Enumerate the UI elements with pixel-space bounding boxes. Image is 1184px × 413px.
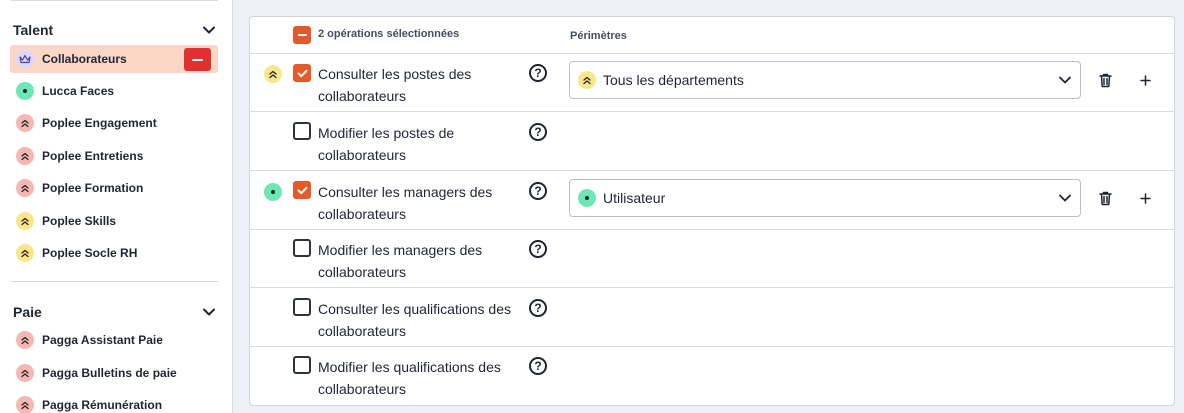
sidebar-item-label: Pagga Assistant Paie	[42, 333, 163, 347]
double-chevron-up-icon	[16, 364, 34, 382]
sidebar-item-pagga-remuneration[interactable]: Pagga Rémunération	[10, 391, 218, 413]
sidebar-item-label: Poplee Engagement	[42, 116, 157, 130]
table-header: 2 opérations sélectionnées Périmètres	[250, 17, 1174, 54]
sidebar-item-label: Poplee Formation	[42, 181, 144, 195]
dot-icon	[16, 82, 34, 100]
sidebar-item-pagga-bulletins-de-paie[interactable]: Pagga Bulletins de paie	[10, 359, 218, 387]
operation-label: Modifier les qualifications des collabor…	[318, 359, 501, 397]
operation-label: Consulter les qualifications des collabo…	[318, 301, 511, 339]
section-header-talent[interactable]: Talent	[13, 18, 218, 42]
sidebar-item-label: Pagga Rémunération	[42, 398, 163, 412]
double-chevron-up-icon	[16, 396, 34, 413]
table-row: Modifier les qualifications des collabor…	[250, 347, 1174, 405]
table-row: Consulter les postes des collaborateurs …	[250, 54, 1174, 112]
minus-icon	[297, 34, 307, 36]
check-icon	[297, 69, 307, 77]
sidebar-item-poplee-entretiens[interactable]: Poplee Entretiens	[10, 142, 218, 170]
double-chevron-up-icon	[16, 179, 34, 197]
sidebar-item-label: Poplee Skills	[42, 214, 117, 228]
double-chevron-up-icon	[16, 114, 34, 132]
operation-label: Consulter les postes des collaborateurs	[318, 66, 472, 104]
scope-select[interactable]: Utilisateur	[569, 179, 1081, 217]
permissions-table: 2 opérations sélectionnées Périmètres Co…	[249, 16, 1175, 406]
sidebar-item-poplee-formation[interactable]: Poplee Formation	[10, 174, 218, 202]
chevron-down-icon	[1050, 194, 1080, 202]
sidebar-item-label: Pagga Bulletins de paie	[42, 366, 177, 380]
check-icon	[297, 186, 307, 194]
sidebar-item-pagga-assistant-paie[interactable]: Pagga Assistant Paie	[10, 326, 218, 354]
sidebar-item-label: Poplee Socle RH	[42, 246, 138, 260]
sidebar-item-poplee-socle-rh[interactable]: Poplee Socle RH	[10, 239, 218, 267]
sidebar: Talent Collaborateurs Lucca Faces Poplee…	[0, 0, 231, 413]
sidebar-item-poplee-skills[interactable]: Poplee Skills	[10, 207, 218, 235]
double-chevron-up-icon	[16, 331, 34, 349]
add-scope-button[interactable]	[1136, 188, 1154, 208]
minus-icon	[192, 58, 203, 61]
crown-icon	[16, 50, 34, 68]
help-icon[interactable]: ?	[529, 299, 547, 317]
select-all-checkbox[interactable]	[293, 26, 311, 44]
double-chevron-up-icon	[16, 212, 34, 230]
plus-icon	[1139, 74, 1151, 86]
table-row: Consulter les managers des collaborateur…	[250, 172, 1174, 230]
operation-label: Modifier les postes de collaborateurs	[318, 125, 455, 163]
section-title: Talent	[13, 22, 54, 38]
chevron-down-icon	[1050, 76, 1080, 84]
remove-button[interactable]	[184, 48, 211, 71]
trash-icon[interactable]	[1096, 188, 1114, 208]
divider	[11, 0, 218, 1]
scope-column-header: Périmètres	[570, 30, 627, 42]
help-icon[interactable]: ?	[529, 240, 547, 258]
double-chevron-up-icon	[16, 147, 34, 165]
dot-icon	[264, 183, 282, 201]
operation-label: Modifier les managers des collaborateurs	[318, 242, 483, 280]
sidebar-item-poplee-engagement[interactable]: Poplee Engagement	[10, 109, 218, 137]
help-icon[interactable]: ?	[529, 64, 547, 82]
scope-value: Tous les départements	[603, 72, 744, 88]
double-chevron-up-icon	[578, 71, 596, 89]
scope-value: Utilisateur	[603, 190, 666, 206]
operation-label: Consulter les managers des collaborateur…	[318, 184, 493, 222]
sidebar-item-collaborateurs[interactable]: Collaborateurs	[10, 45, 218, 73]
sidebar-item-label: Poplee Entretiens	[42, 149, 144, 163]
table-row: Modifier les postes de collaborateurs ?	[250, 113, 1174, 171]
help-icon[interactable]: ?	[529, 357, 547, 375]
scope-select[interactable]: Tous les départements	[569, 61, 1081, 99]
chevron-down-icon[interactable]	[200, 303, 218, 321]
operation-checkbox[interactable]	[293, 356, 311, 374]
divider	[11, 281, 218, 282]
main-content: 2 opérations sélectionnées Périmètres Co…	[232, 0, 1184, 413]
selected-count-label: 2 opérations sélectionnées	[318, 28, 460, 40]
section-title: Paie	[13, 304, 42, 320]
operation-checkbox[interactable]	[293, 181, 311, 199]
sidebar-item-lucca-faces[interactable]: Lucca Faces	[10, 77, 218, 105]
section-header-paie[interactable]: Paie	[13, 300, 218, 324]
operation-checkbox[interactable]	[293, 239, 311, 257]
help-icon[interactable]: ?	[529, 123, 547, 141]
double-chevron-up-icon	[16, 244, 34, 262]
operation-checkbox[interactable]	[293, 64, 311, 82]
sidebar-item-label: Lucca Faces	[42, 84, 115, 98]
table-row: Modifier les managers des collaborateurs…	[250, 230, 1174, 288]
sidebar-item-label: Collaborateurs	[42, 52, 127, 66]
operation-checkbox[interactable]	[293, 122, 311, 140]
trash-icon[interactable]	[1096, 70, 1114, 90]
operation-checkbox[interactable]	[293, 298, 311, 316]
double-chevron-up-icon	[264, 65, 282, 83]
plus-icon	[1139, 192, 1151, 204]
table-row: Consulter les qualifications des collabo…	[250, 289, 1174, 347]
help-icon[interactable]: ?	[529, 182, 547, 200]
add-scope-button[interactable]	[1136, 70, 1154, 90]
chevron-down-icon[interactable]	[200, 21, 218, 39]
dot-icon	[578, 189, 596, 207]
